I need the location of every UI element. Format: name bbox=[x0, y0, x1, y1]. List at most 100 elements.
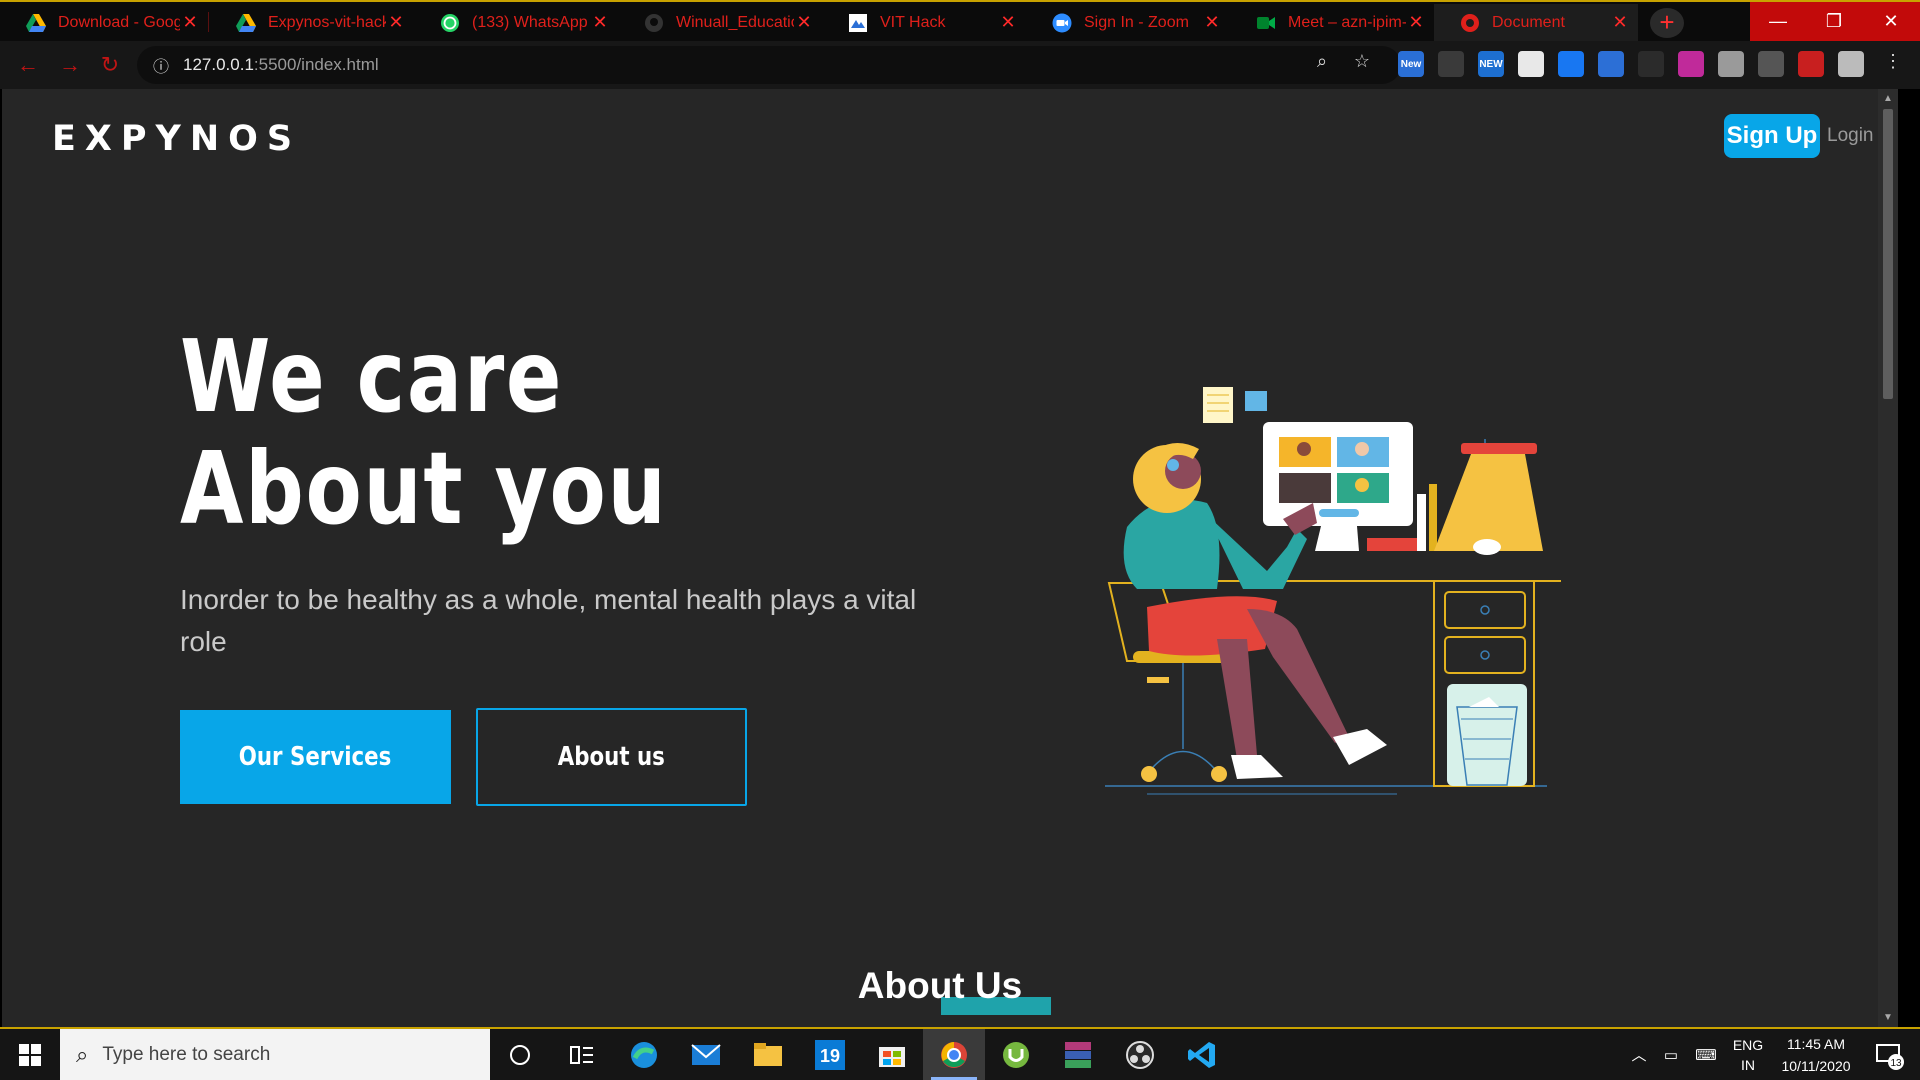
tab-download-google[interactable]: Download - Google ✕ bbox=[0, 4, 208, 41]
action-center-icon[interactable]: 13 bbox=[1864, 1029, 1914, 1080]
taskbar-search-box[interactable]: ⌕ Type here to search bbox=[60, 1029, 490, 1080]
extension-icon[interactable] bbox=[1438, 51, 1464, 77]
tab-title: Expynos-vit-hack bbox=[268, 13, 386, 31]
chrome-icon bbox=[1460, 13, 1480, 33]
clock-time: 11:45 AM bbox=[1786, 1035, 1846, 1052]
restore-button[interactable]: ❐ bbox=[1806, 2, 1862, 41]
utorrent-icon[interactable] bbox=[985, 1029, 1047, 1080]
new-tab-button[interactable]: + bbox=[1650, 8, 1684, 38]
windows-start-button[interactable] bbox=[0, 1029, 60, 1080]
tab-separator bbox=[208, 12, 209, 32]
about-us-heading: About Us bbox=[857, 965, 1023, 1006]
hero-illustration bbox=[1105, 387, 1561, 795]
task-view-icon[interactable] bbox=[551, 1029, 613, 1080]
tab-title: VIT Hack bbox=[880, 13, 946, 31]
tab-close-icon[interactable]: ✕ bbox=[998, 12, 1018, 33]
cortana-icon[interactable] bbox=[489, 1029, 551, 1080]
tab-whatsapp[interactable]: (133) WhatsApp ✕ bbox=[414, 4, 618, 41]
github-icon bbox=[644, 13, 664, 33]
extension-icon[interactable] bbox=[1638, 51, 1664, 77]
tab-close-icon[interactable]: ✕ bbox=[590, 12, 610, 33]
our-services-button[interactable]: Our Services bbox=[180, 710, 451, 804]
windows-taskbar: ⌕ Type here to search 19 ︿ ▭ ⌨ ENG IN 11… bbox=[0, 1027, 1920, 1080]
about-us-button[interactable]: About us bbox=[476, 708, 747, 806]
extension-icon[interactable] bbox=[1558, 51, 1584, 77]
login-link[interactable]: Login bbox=[1827, 125, 1874, 147]
calendar-badge: 19 bbox=[820, 1046, 840, 1066]
show-hidden-icons-chevron-icon[interactable]: ︿ bbox=[1624, 1029, 1654, 1080]
obs-studio-icon[interactable] bbox=[1109, 1029, 1171, 1080]
chrome-menu-icon[interactable]: ⋮ bbox=[1882, 50, 1904, 72]
clock[interactable]: 11:45 AM 10/11/2020 bbox=[1770, 1029, 1862, 1080]
google-drive-icon bbox=[26, 13, 46, 33]
hero-title: We care About you bbox=[180, 321, 668, 545]
battery-icon[interactable]: ▭ bbox=[1656, 1029, 1686, 1080]
webpage: EXPYNOS Sign Up Login We care About you … bbox=[2, 89, 1898, 1027]
tab-title: Download - Google bbox=[58, 13, 180, 31]
site-logo[interactable]: EXPYNOS bbox=[52, 119, 301, 159]
search-icon: ⌕ bbox=[76, 1041, 89, 1067]
tab-expynos-vit-hack[interactable]: Expynos-vit-hack ✕ bbox=[210, 4, 414, 41]
reload-icon[interactable]: ↻ bbox=[96, 51, 124, 79]
tab-close-icon[interactable]: ✕ bbox=[794, 12, 814, 33]
bookmark-star-icon[interactable]: ☆ bbox=[1351, 50, 1373, 72]
vithack-icon bbox=[848, 13, 868, 33]
tab-zoom[interactable]: Sign In - Zoom ✕ bbox=[1026, 4, 1230, 41]
keyboard-icon[interactable]: ⌨ bbox=[1688, 1029, 1724, 1080]
tab-close-icon[interactable]: ✕ bbox=[386, 12, 406, 33]
mail-icon[interactable] bbox=[675, 1029, 737, 1080]
tab-document[interactable]: Document ✕ bbox=[1434, 4, 1638, 41]
google-meet-icon bbox=[1256, 13, 1276, 33]
minimize-button[interactable]: — bbox=[1750, 2, 1806, 41]
tab-close-icon[interactable]: ✕ bbox=[180, 12, 200, 33]
notification-count: 13 bbox=[1890, 1058, 1902, 1069]
tab-winuall-education[interactable]: Winuall_Education ✕ bbox=[618, 4, 822, 41]
scroll-up-arrow-icon[interactable]: ▲ bbox=[1878, 93, 1898, 104]
url-text: 127.0.0.1:5500/index.html bbox=[183, 55, 379, 74]
chrome-taskbar-icon[interactable] bbox=[923, 1029, 985, 1080]
google-drive-icon bbox=[236, 13, 256, 33]
close-window-button[interactable]: ✕ bbox=[1862, 2, 1920, 41]
tab-title: Document bbox=[1492, 13, 1565, 31]
microsoft-store-icon[interactable] bbox=[861, 1029, 923, 1080]
tab-title: Winuall_Education bbox=[676, 13, 794, 31]
hero-subtitle: Inorder to be healthy as a whole, mental… bbox=[180, 584, 917, 657]
vscode-icon[interactable] bbox=[1171, 1029, 1233, 1080]
extension-icon[interactable] bbox=[1598, 51, 1624, 77]
tab-close-icon[interactable]: ✕ bbox=[1610, 12, 1630, 33]
back-arrow-icon[interactable]: ← bbox=[14, 51, 42, 79]
signup-button[interactable]: Sign Up bbox=[1724, 114, 1820, 158]
winrar-icon[interactable] bbox=[1047, 1029, 1109, 1080]
extension-icon[interactable]: NEW bbox=[1478, 51, 1504, 77]
our-services-label: Our Services bbox=[239, 742, 392, 772]
extension-icon[interactable]: New bbox=[1398, 51, 1424, 77]
region-code: IN bbox=[1741, 1056, 1755, 1073]
address-bar[interactable]: ⓘ 127.0.0.1:5500/index.html bbox=[137, 46, 1401, 84]
tab-google-meet[interactable]: Meet – azn-ipim-t ✕ bbox=[1230, 4, 1434, 41]
clock-date: 10/11/2020 bbox=[1781, 1057, 1851, 1074]
file-explorer-icon[interactable] bbox=[737, 1029, 799, 1080]
scroll-down-arrow-icon[interactable]: ▼ bbox=[1878, 1012, 1898, 1023]
site-info-icon[interactable]: ⓘ bbox=[149, 53, 173, 77]
extension-icon[interactable] bbox=[1678, 51, 1704, 77]
page-scrollbar[interactable]: ▲ ▼ bbox=[1878, 89, 1898, 1027]
browser-tab-bar: Download - Google ✕ Expynos-vit-hack ✕ (… bbox=[0, 0, 1920, 41]
extension-icon[interactable] bbox=[1798, 51, 1824, 77]
search-placeholder: Type here to search bbox=[102, 1043, 271, 1065]
forward-arrow-icon[interactable]: → bbox=[56, 51, 84, 79]
scrollbar-thumb[interactable] bbox=[1883, 109, 1893, 399]
zoom-magnifier-icon[interactable]: ⌕ bbox=[1311, 50, 1333, 72]
extension-icon[interactable] bbox=[1518, 51, 1544, 77]
extension-icon[interactable] bbox=[1838, 51, 1864, 77]
tab-vit-hack[interactable]: VIT Hack ✕ bbox=[822, 4, 1026, 41]
calendar-app-icon[interactable]: 19 bbox=[799, 1029, 861, 1080]
extension-icon[interactable] bbox=[1758, 51, 1784, 77]
input-language[interactable]: ENG IN bbox=[1728, 1029, 1768, 1080]
tab-close-icon[interactable]: ✕ bbox=[1406, 12, 1426, 33]
tab-title: Meet – azn-ipim-t bbox=[1288, 13, 1406, 31]
tab-close-icon[interactable]: ✕ bbox=[1202, 12, 1222, 33]
hero-title-line-1: We care bbox=[180, 318, 564, 435]
extension-icon[interactable] bbox=[1718, 51, 1744, 77]
edge-browser-icon[interactable] bbox=[613, 1029, 675, 1080]
zoom-icon bbox=[1052, 13, 1072, 33]
